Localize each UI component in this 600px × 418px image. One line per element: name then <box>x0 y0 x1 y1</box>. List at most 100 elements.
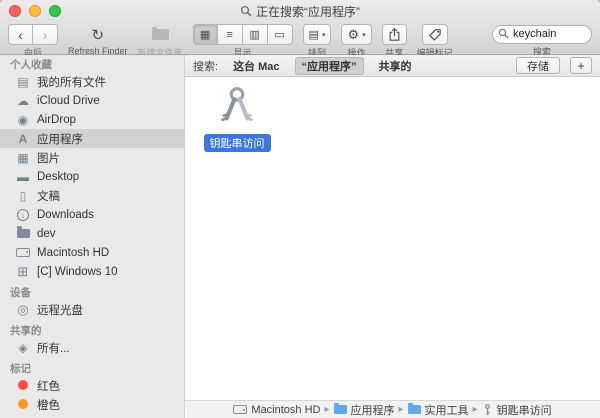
sidebar-item-all-shared[interactable]: ◈ 所有... <box>0 338 184 357</box>
sidebar-item-label: dev <box>37 227 56 240</box>
view-coverflow-button[interactable]: ▭ <box>267 24 293 45</box>
path-item-macintosh-hd[interactable]: Macintosh HD <box>233 404 320 416</box>
sidebar-item-label: AirDrop <box>37 113 76 126</box>
sidebar-item-label: 图片 <box>37 152 60 165</box>
path-separator-icon: ▸ <box>398 404 404 415</box>
sidebar-item-airdrop[interactable]: ◉ AirDrop <box>0 110 184 129</box>
sidebar-item-label: 应用程序 <box>37 133 83 146</box>
forward-button[interactable]: › <box>33 24 58 45</box>
drive-icon <box>16 247 30 257</box>
tags-group: 编辑标记 <box>417 24 453 59</box>
window-header: 正在搜索“应用程序” ‹ › 向后 ↻ Refresh Finder 新建文件夹 <box>0 0 600 58</box>
view-list-button[interactable]: ≡ <box>217 24 243 45</box>
scope-label: 搜索: <box>193 60 219 73</box>
drive-icon <box>233 405 248 414</box>
desktop-icon: ▬ <box>17 169 29 184</box>
path-item-label: Macintosh HD <box>251 403 321 416</box>
path-item-keychain-access[interactable]: 钥匙串访问 <box>482 402 552 418</box>
sidebar-item-tag-red[interactable]: 红色 <box>0 376 184 395</box>
folder-icon <box>16 226 30 238</box>
back-icon: ‹ <box>18 26 23 43</box>
sidebar-item-downloads[interactable]: ↓ Downloads <box>0 205 184 224</box>
file-keychain-access[interactable]: 钥匙串访问 <box>201 85 273 152</box>
gear-icon: ⚙ <box>347 26 360 42</box>
window-title-text: 正在搜索“应用程序” <box>256 4 360 19</box>
refresh-icon: ↻ <box>91 26 105 44</box>
view-group: ▦ ≡ ▥ ▭ 显示 <box>192 24 293 59</box>
sidebar-section-devices: 设备 <box>10 287 31 299</box>
icloud-icon: ☁ <box>17 93 29 108</box>
sidebar-item-applications[interactable]: A 应用程序 <box>0 129 184 148</box>
sidebar-item-pictures[interactable]: ▦ 图片 <box>0 148 184 167</box>
icon-view-icon: ▦ <box>199 29 211 41</box>
scope-applications[interactable]: “应用程序” <box>294 56 364 75</box>
keychain-icon <box>484 403 490 415</box>
share-button[interactable] <box>381 24 407 45</box>
refresh-group: ↻ Refresh Finder <box>68 24 128 57</box>
disc-icon: ◎ <box>17 302 29 317</box>
back-button[interactable]: ‹ <box>8 24 33 45</box>
tag-orange-dot <box>18 398 28 409</box>
arrange-group: ▤ ▾ 排列 <box>302 24 332 59</box>
scope-this-mac[interactable]: 这台 Mac <box>226 57 286 75</box>
sidebar-item-macintosh-hd[interactable]: Macintosh HD <box>0 243 184 262</box>
sidebar-item-dev[interactable]: dev <box>0 224 184 243</box>
documents-icon: ▯ <box>19 188 27 203</box>
view-columns-button[interactable]: ▥ <box>242 24 268 45</box>
folder-icon <box>333 402 347 414</box>
sidebar-item-tag-yellow[interactable]: 黄色 <box>0 414 184 418</box>
main-area: 个人收藏 ▤ 我的所有文件 ☁ iCloud Drive ◉ AirDrop A 应用程… <box>0 55 600 418</box>
path-item-applications[interactable]: 应用程序 <box>333 402 395 418</box>
new-folder-button[interactable] <box>151 24 169 45</box>
finder-window: 正在搜索“应用程序” ‹ › 向后 ↻ Refresh Finder 新建文件夹 <box>0 0 600 418</box>
new-folder-icon <box>151 26 169 40</box>
minimize-button[interactable] <box>29 5 41 17</box>
sidebar-item-all-my-files[interactable]: ▤ 我的所有文件 <box>0 72 184 91</box>
sidebar-section-shared: 共享的 <box>10 325 42 337</box>
sidebar-item-remote-disc[interactable]: ◎ 远程光盘 <box>0 300 184 319</box>
search-results-area: 钥匙串访问 <box>185 77 600 400</box>
sidebar-item-tag-orange[interactable]: 橙色 <box>0 395 184 414</box>
arrange-button[interactable]: ▤ ▾ <box>302 24 332 45</box>
tag-red-dot <box>18 379 28 390</box>
chevron-down-icon: ▾ <box>362 31 366 39</box>
scope-shared[interactable]: 共享的 <box>372 57 419 75</box>
file-label: 钥匙串访问 <box>203 134 271 152</box>
path-item-utilities[interactable]: 实用工具 <box>407 402 469 418</box>
sidebar-item-label: Downloads <box>37 208 94 221</box>
sidebar-item-windows-10[interactable]: ⊞ [C] Windows 10 <box>0 262 184 281</box>
column-view-icon: ▥ <box>249 29 260 41</box>
search-scope-bar: 搜索: 这台 Mac “应用程序” 共享的 存储 + <box>185 55 600 77</box>
all-files-icon: ▤ <box>17 74 29 89</box>
sidebar-item-desktop[interactable]: ▬ Desktop <box>0 167 184 186</box>
path-separator-icon: ▸ <box>472 404 478 415</box>
pictures-icon: ▦ <box>17 150 29 165</box>
close-button[interactable] <box>9 5 21 17</box>
search-icon <box>498 28 509 39</box>
content-column: 搜索: 这台 Mac “应用程序” 共享的 存储 + 钥匙串访问 Macinto… <box>185 55 600 418</box>
shared-network-icon: ◈ <box>18 340 28 355</box>
zoom-button[interactable] <box>49 5 61 17</box>
sidebar-item-label: 红色 <box>37 380 60 393</box>
refresh-button[interactable]: ↻ <box>91 24 104 45</box>
action-button[interactable]: ⚙ ▾ <box>341 24 372 45</box>
path-item-label: 钥匙串访问 <box>496 404 552 417</box>
tag-icon <box>428 28 441 41</box>
downloads-icon: ↓ <box>17 209 29 221</box>
list-view-icon: ≡ <box>226 28 233 41</box>
windows-drive-icon: ⊞ <box>17 264 29 279</box>
edit-tags-button[interactable] <box>421 24 448 45</box>
back-forward-group: ‹ › 向后 <box>8 24 58 59</box>
sidebar-section-favorites: 个人收藏 <box>10 59 52 71</box>
chevron-down-icon: ▾ <box>321 31 326 39</box>
sidebar-item-label: 所有... <box>37 342 70 355</box>
sidebar-item-documents[interactable]: ▯ 文稿 <box>0 186 184 205</box>
coverflow-view-icon: ▭ <box>274 29 285 41</box>
sidebar-section-tags: 标记 <box>10 363 31 375</box>
sidebar: 个人收藏 ▤ 我的所有文件 ☁ iCloud Drive ◉ AirDrop A 应用程… <box>0 55 185 418</box>
sidebar-item-label: [C] Windows 10 <box>37 265 118 278</box>
sidebar-item-icloud-drive[interactable]: ☁ iCloud Drive <box>0 91 184 110</box>
add-criteria-button[interactable]: + <box>570 57 592 74</box>
view-icons-button[interactable]: ▦ <box>192 24 218 45</box>
save-search-button[interactable]: 存储 <box>516 57 560 74</box>
